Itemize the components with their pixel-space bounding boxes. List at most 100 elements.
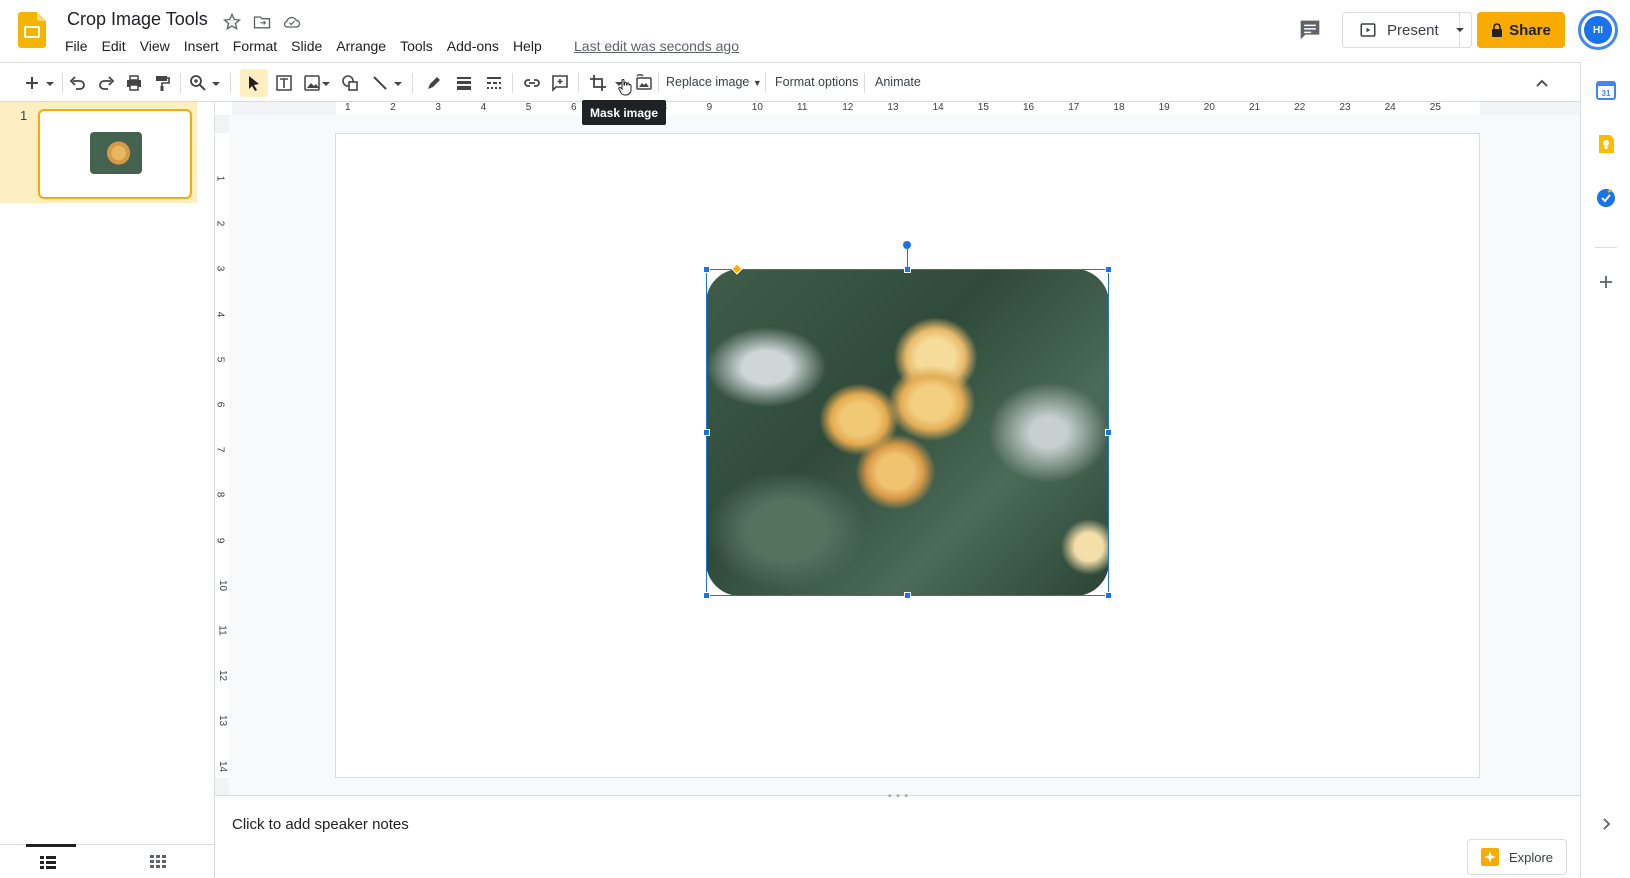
image-dropdown-icon[interactable] <box>320 73 332 93</box>
resize-handle-se[interactable] <box>1105 592 1112 599</box>
animate-button[interactable]: Animate <box>875 75 921 89</box>
explore-icon <box>1480 848 1499 866</box>
comment-icon[interactable] <box>1296 16 1324 44</box>
share-button[interactable]: Share <box>1477 12 1565 48</box>
slides-logo-icon[interactable] <box>18 12 46 48</box>
ruler-label-h: 11 <box>797 102 808 113</box>
new-slide-icon[interactable] <box>22 73 42 93</box>
zoom-icon[interactable] <box>188 73 208 93</box>
collapse-icon[interactable] <box>1532 73 1552 93</box>
present-icon <box>1360 23 1376 37</box>
ruler-label-h: 2 <box>390 102 396 113</box>
slide-thumbnail[interactable] <box>38 109 192 199</box>
ruler-label-h: 15 <box>977 102 989 113</box>
zoom-dropdown-icon[interactable] <box>210 73 222 93</box>
menu-slide[interactable]: Slide <box>284 36 329 56</box>
last-edit-link[interactable]: Last edit was seconds ago <box>574 38 739 54</box>
tasks-icon[interactable] <box>1596 188 1616 208</box>
line-icon[interactable] <box>370 73 390 93</box>
speaker-notes-input[interactable]: Click to add speaker notes <box>232 816 409 833</box>
redo-icon[interactable] <box>96 73 116 93</box>
slides-app: Crop Image Tools File Edit View Insert F… <box>0 0 1630 878</box>
mask-image-tooltip: Mask image <box>582 100 666 125</box>
new-slide-dropdown-icon[interactable] <box>44 73 56 93</box>
ruler-label-h: 23 <box>1339 102 1351 113</box>
menu-format[interactable]: Format <box>226 36 284 56</box>
present-button[interactable]: Present <box>1342 12 1460 48</box>
vertical-ruler: 1 2 3 4 5 6 7 8 9 10 11 12 13 14 <box>214 115 229 795</box>
ruler-label-h: 17 <box>1068 102 1080 113</box>
explore-button[interactable]: Explore <box>1467 839 1567 875</box>
ruler-label-h: 24 <box>1384 102 1396 113</box>
move-folder-icon[interactable] <box>252 12 272 32</box>
resize-handle-ne[interactable] <box>1105 266 1112 273</box>
resize-handle-s[interactable] <box>904 592 911 599</box>
ruler-label-h: 4 <box>480 102 487 113</box>
resize-handle-e[interactable] <box>1105 429 1112 436</box>
toolbar-divider <box>62 73 63 93</box>
rotation-handle[interactable] <box>903 241 911 249</box>
ruler-label-h: 20 <box>1203 102 1215 113</box>
image-icon[interactable] <box>302 73 322 93</box>
keep-icon[interactable] <box>1596 134 1616 154</box>
menu-addons[interactable]: Add-ons <box>440 36 506 56</box>
toolbar: Replace image ▼ Format options Animate <box>0 62 1580 102</box>
replace-image-button[interactable]: Replace image ▼ <box>666 75 762 89</box>
menu-file[interactable]: File <box>58 36 95 56</box>
resize-handle-sw[interactable] <box>703 592 710 599</box>
resize-handle-nw[interactable] <box>703 266 710 273</box>
filmstrip-panel: 1 <box>0 102 215 878</box>
ruler-label-v: 6 <box>214 401 226 408</box>
horizontal-ruler: 1234567891011121314151617181920212223242… <box>232 102 1580 115</box>
menu-edit[interactable]: Edit <box>95 36 133 56</box>
menu-arrange[interactable]: Arrange <box>329 36 393 56</box>
ruler-label-h: 25 <box>1429 102 1441 113</box>
present-dropdown[interactable] <box>1448 12 1472 48</box>
link-icon[interactable] <box>522 73 542 93</box>
active-view-indicator <box>26 844 76 847</box>
avatar[interactable]: HI <box>1578 10 1618 50</box>
menu-help[interactable]: Help <box>506 36 549 56</box>
text-box-icon[interactable] <box>274 73 294 93</box>
paint-format-icon[interactable] <box>152 73 172 93</box>
format-options-button[interactable]: Format options <box>775 75 858 89</box>
document-title[interactable]: Crop Image Tools <box>67 9 208 30</box>
menu-tools[interactable]: Tools <box>393 36 440 56</box>
pen-icon[interactable] <box>424 73 444 93</box>
cloud-saved-icon[interactable] <box>282 12 302 32</box>
ruler-label-h: 16 <box>1023 102 1035 113</box>
menu-view[interactable]: View <box>133 36 177 56</box>
slide-number: 1 <box>20 108 28 123</box>
expand-panel-icon[interactable] <box>1596 814 1616 834</box>
print-icon[interactable] <box>124 73 144 93</box>
ruler-label-h: 18 <box>1113 102 1125 113</box>
crop-icon[interactable] <box>588 73 608 93</box>
menu-insert[interactable]: Insert <box>177 36 226 56</box>
reset-image-icon[interactable] <box>634 73 654 93</box>
ruler-label-v: 12 <box>217 670 229 682</box>
ruler-label-v: 2 <box>214 220 226 227</box>
list-view-icon[interactable] <box>40 855 56 869</box>
shape-icon[interactable] <box>340 73 360 93</box>
star-icon[interactable] <box>222 12 242 32</box>
select-icon[interactable] <box>244 73 264 93</box>
toolbar-divider <box>412 73 413 93</box>
notes-resize-grip[interactable]: • • • <box>888 791 909 802</box>
toolbar-divider <box>180 73 181 93</box>
grid-view-icon[interactable] <box>150 855 166 869</box>
add-addon-icon[interactable] <box>1596 272 1616 292</box>
thumbnail-image <box>90 132 142 174</box>
line-dropdown-icon[interactable] <box>392 73 404 93</box>
ruler-label-h: 13 <box>887 102 899 113</box>
line-dash-icon[interactable] <box>484 73 504 93</box>
ruler-label-v: 7 <box>214 446 226 453</box>
ruler-label-v: 11 <box>216 625 228 636</box>
chevron-down-icon: ▼ <box>752 78 762 88</box>
undo-icon[interactable] <box>68 73 88 93</box>
calendar-icon[interactable]: 31 <box>1596 80 1616 100</box>
replace-image-label: Replace image <box>666 75 750 89</box>
ruler-label-v: 3 <box>214 266 226 272</box>
add-comment-icon[interactable] <box>550 73 570 93</box>
line-weight-icon[interactable] <box>454 73 474 93</box>
resize-handle-w[interactable] <box>703 429 710 436</box>
